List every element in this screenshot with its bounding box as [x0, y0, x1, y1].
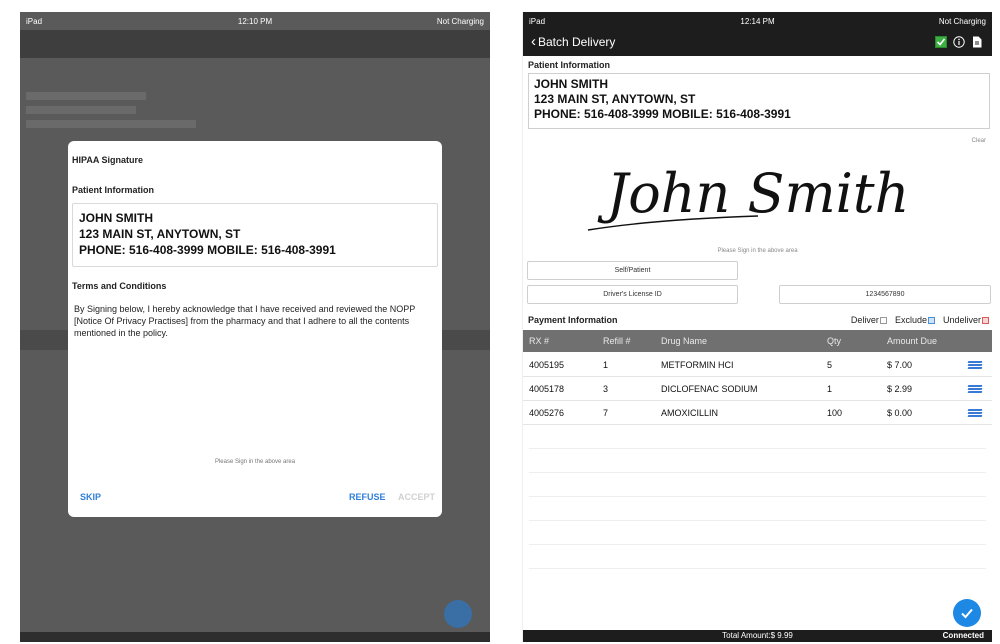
amount-due: $ 7.00	[887, 360, 913, 370]
table-row[interactable]: 4005178 3 DICLOFENAC SODIUM 1 $ 2.99	[523, 377, 992, 401]
quantity: 1	[827, 384, 833, 394]
undeliver-option[interactable]: Undeliver	[943, 315, 989, 325]
checkbox-checked-icon[interactable]	[934, 35, 948, 49]
empty-row-divider	[529, 544, 986, 545]
connection-status: Connected	[942, 631, 984, 640]
dimmed-confirm-button	[444, 600, 472, 628]
patient-name: JOHN SMITH	[79, 211, 154, 225]
clear-signature-button[interactable]: Clear	[972, 138, 986, 144]
hipaa-signature-dialog: HIPAA Signature Patient Information JOHN…	[68, 141, 442, 517]
empty-row-divider	[529, 472, 986, 473]
rx-number: 4005195	[529, 360, 565, 370]
back-label: Batch Delivery	[538, 35, 616, 49]
exclude-option[interactable]: Exclude	[895, 315, 935, 325]
checkmark-icon	[961, 608, 973, 619]
col-qty: Qty	[827, 336, 842, 346]
undeliver-checkbox[interactable]	[982, 317, 989, 325]
status-bar: iPad 12:10 PM Not Charging	[20, 12, 490, 30]
patient-phone: PHONE: 516-408-3999 MOBILE: 516-408-3991	[79, 243, 336, 257]
dialog-title: HIPAA Signature	[72, 155, 144, 165]
payment-header: Payment Information Deliver Exclude Unde…	[528, 315, 989, 327]
exclude-checkbox[interactable]	[927, 317, 935, 325]
patient-phone: PHONE: 516-408-3999 MOBILE: 516-408-3991	[534, 107, 791, 121]
dimmed-text-line	[26, 106, 136, 114]
table-row[interactable]: 4005195 1 METFORMIN HCI 5 $ 7.00	[523, 353, 992, 377]
deliver-checkbox[interactable]	[879, 317, 887, 325]
dimmed-text-line	[26, 120, 196, 128]
status-time: 12:14 PM	[740, 16, 775, 26]
left-ipad-screen: iPad 12:10 PM Not Charging HIPAA Signatu…	[20, 12, 490, 642]
table-row[interactable]: 4005276 7 AMOXICILLIN 100 $ 0.00	[523, 401, 992, 425]
patient-name: JOHN SMITH	[534, 77, 609, 91]
dimmed-nav-bar	[20, 30, 490, 58]
undeliver-label: Undeliver	[942, 315, 981, 325]
screenshot-composite: iPad 12:10 PM Not Charging HIPAA Signatu…	[0, 0, 1000, 644]
quantity: 5	[827, 360, 833, 370]
dimmed-text-line	[26, 92, 146, 100]
skip-button[interactable]: SKIP	[80, 492, 101, 502]
bottom-status-bar: Total Amount:$ 9.99 Connected	[523, 630, 992, 642]
table-header: RX # Refill # Drug Name Qty Amount Due	[523, 330, 992, 352]
amount-due: $ 2.99	[887, 384, 913, 394]
col-rx: RX #	[529, 336, 550, 346]
patient-information-box: JOHN SMITH 123 MAIN ST, ANYTOWN, ST PHON…	[72, 203, 438, 267]
drug-name: AMOXICILLIN	[661, 408, 719, 418]
nav-actions	[934, 35, 984, 49]
document-icon[interactable]	[970, 35, 984, 49]
rx-number: 4005276	[529, 408, 565, 418]
rx-number: 4005178	[529, 384, 565, 394]
refill-number: 3	[603, 384, 609, 394]
status-time: 12:10 PM	[237, 16, 273, 26]
id-number-field[interactable]: 1234567890	[779, 285, 991, 304]
terms-text: By Signing below, I hereby acknowledge t…	[74, 304, 416, 338]
patient-address: 123 MAIN ST, ANYTOWN, ST	[534, 92, 696, 106]
patient-address: 123 MAIN ST, ANYTOWN, ST	[79, 227, 241, 241]
amount-due: $ 0.00	[887, 408, 913, 418]
deliver-label: Deliver	[850, 315, 879, 325]
refuse-button[interactable]: REFUSE	[349, 492, 386, 502]
drug-name: METFORMIN HCI	[661, 360, 734, 370]
refill-number: 7	[603, 408, 609, 418]
confirm-delivery-button[interactable]	[953, 599, 981, 627]
refill-number: 1	[603, 360, 609, 370]
reorder-icon[interactable]	[967, 409, 983, 418]
total-amount: Total Amount:$ 9.99	[722, 631, 793, 640]
drug-name: DICLOFENAC SODIUM	[661, 384, 758, 394]
signature-drawing: John Smith	[587, 162, 909, 231]
right-ipad-screen: iPad 12:14 PM Not Charging ‹ Batch Deliv…	[522, 12, 992, 642]
reorder-icon[interactable]	[967, 361, 983, 370]
empty-row-divider	[529, 448, 986, 449]
quantity: 100	[827, 408, 843, 418]
accept-button[interactable]: ACCEPT	[398, 492, 435, 502]
col-drug: Drug Name	[661, 336, 708, 346]
relationship-select[interactable]: Self/Patient	[527, 261, 738, 280]
nav-bar: ‹ Batch Delivery	[523, 30, 992, 56]
empty-row-divider	[529, 520, 986, 521]
patient-information-heading: Patient Information	[72, 185, 155, 195]
exclude-label: Exclude	[894, 315, 927, 325]
dimmed-bottom-bar	[20, 632, 490, 642]
reorder-icon[interactable]	[967, 385, 983, 394]
signature-hint: Please Sign in the above area	[717, 248, 798, 254]
status-bar: iPad 12:14 PM Not Charging	[523, 12, 992, 30]
patient-information-box: JOHN SMITH 123 MAIN ST, ANYTOWN, ST PHON…	[528, 73, 990, 129]
empty-row-divider	[529, 568, 986, 569]
payment-title: Payment Information	[528, 315, 618, 325]
signature-pad[interactable]: John Smith	[578, 152, 938, 242]
col-refill: Refill #	[603, 336, 631, 346]
payment-filters: Deliver Exclude Undeliver	[851, 315, 989, 325]
info-icon[interactable]	[952, 35, 966, 49]
col-amount: Amount Due	[887, 336, 938, 346]
terms-heading: Terms and Conditions	[72, 281, 167, 291]
patient-information-heading: Patient Information	[528, 60, 611, 70]
back-button[interactable]: ‹ Batch Delivery	[531, 33, 616, 50]
id-type-select[interactable]: Driver's License ID	[527, 285, 738, 304]
deliver-option[interactable]: Deliver	[851, 315, 887, 325]
chevron-left-icon: ‹	[531, 33, 536, 50]
signature-hint: Please Sign in the above area	[214, 459, 296, 465]
empty-row-divider	[529, 496, 986, 497]
